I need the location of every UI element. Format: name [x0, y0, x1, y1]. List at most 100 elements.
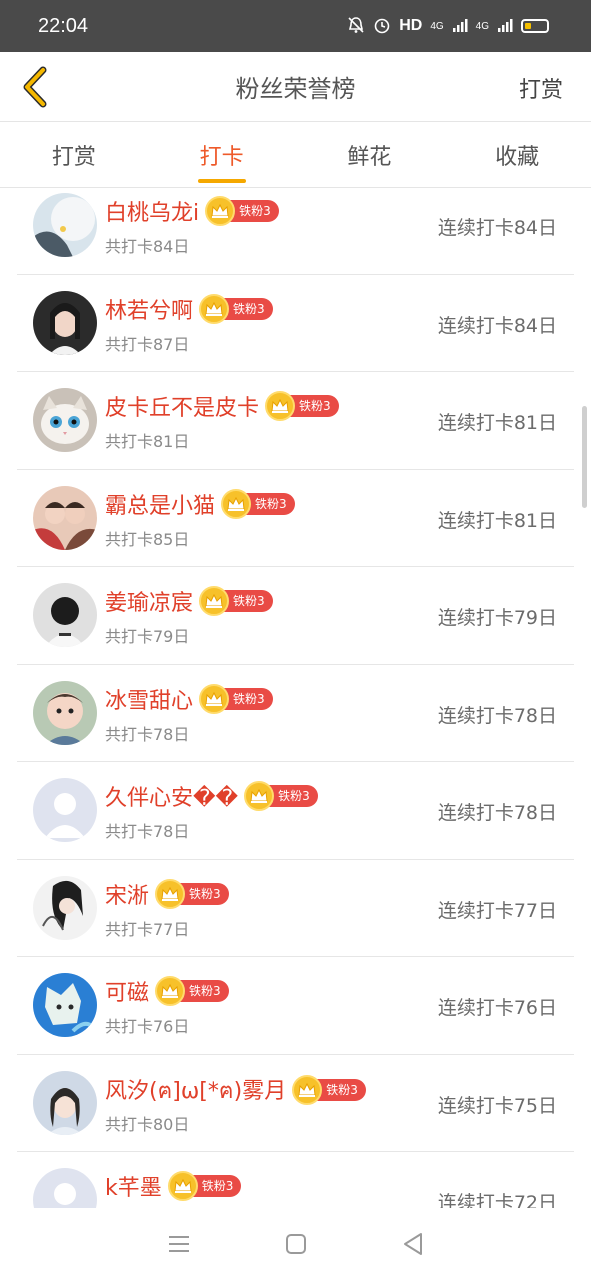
avatar[interactable]	[33, 1070, 97, 1135]
mute-icon	[347, 16, 365, 37]
tab-label: 打卡	[199, 144, 244, 170]
tab-bar: 打赏 打卡 鲜花 收藏	[0, 122, 591, 188]
avatar[interactable]	[33, 875, 97, 940]
avatar[interactable]	[33, 680, 97, 745]
fan-name[interactable]: 皮卡丘不是皮卡	[105, 390, 259, 422]
crown-icon	[199, 683, 230, 714]
crown-icon	[292, 1075, 323, 1105]
streak-checkin: 连续打卡84日	[437, 314, 557, 337]
back-nav-button[interactable]	[393, 1224, 433, 1264]
streak-checkin: 连续打卡78日	[437, 802, 557, 824]
total-checkin: 共打卡85日	[105, 529, 190, 549]
menu-icon	[168, 1236, 189, 1252]
fan-name[interactable]: 林若兮啊	[105, 293, 193, 325]
fan-level-badge: 铁粉3	[167, 1171, 242, 1201]
fan-name[interactable]: 冰雪甜心	[105, 683, 193, 715]
tab-flowers[interactable]: 鲜花	[296, 122, 444, 187]
system-nav-bar	[0, 1208, 591, 1280]
fan-level-badge: 铁粉3	[199, 683, 273, 714]
name-line: 久伴心安�� 铁粉3	[105, 780, 318, 812]
total-checkin: 共打卡76日	[105, 1017, 190, 1036]
total-checkin: 共打卡81日	[105, 432, 190, 451]
streak-checkin: 连续打卡75日	[437, 1094, 557, 1117]
total-checkin: 共打卡79日	[105, 627, 190, 646]
tab-favorites[interactable]: 收藏	[443, 122, 591, 187]
fan-row[interactable]: 霸总是小猫 铁粉3 共打卡85日 连续打卡81日	[17, 470, 574, 567]
name-line: 姜瑜凉宸 铁粉3	[105, 585, 273, 617]
crown-icon	[199, 293, 230, 324]
name-line: 宋淅 铁粉3	[105, 878, 229, 910]
tab-label: 打赏	[51, 144, 96, 170]
reward-action-button[interactable]: 打赏	[519, 72, 563, 104]
tab-label: 鲜花	[347, 144, 392, 170]
chevron-left-icon	[23, 66, 47, 108]
status-time: 22:04	[38, 14, 89, 37]
fan-name[interactable]: k芊墨	[105, 1170, 162, 1202]
streak-checkin: 连续打卡79日	[437, 607, 557, 629]
signal-icon	[452, 17, 468, 36]
avatar[interactable]	[33, 193, 97, 257]
name-line: 冰雪甜心 铁粉3	[105, 683, 273, 715]
crown-icon	[167, 1171, 198, 1201]
avatar[interactable]	[33, 583, 97, 647]
fan-row[interactable]: 冰雪甜心 铁粉3 共打卡78日 连续打卡78日	[17, 665, 574, 762]
avatar[interactable]	[33, 778, 97, 842]
fan-row[interactable]: 白桃乌龙i 铁粉3 共打卡84日 连续打卡84日	[17, 188, 574, 275]
signal-icon-2	[497, 17, 513, 36]
crown-icon	[199, 586, 230, 616]
page-title: 粉丝荣誉榜	[235, 75, 356, 103]
fan-level-badge: 铁粉3	[199, 586, 273, 616]
crown-icon	[205, 196, 236, 226]
total-checkin: 共打卡87日	[105, 334, 190, 354]
streak-checkin: 连续打卡81日	[437, 412, 557, 434]
fan-name[interactable]: 久伴心安��	[105, 780, 238, 812]
status-icons: HD 4G 4G	[347, 16, 549, 37]
fan-row[interactable]: 风汐(ฅ]ω[*ฅ)雾月 铁粉3 共打卡80日 连续打卡75日	[17, 1055, 574, 1152]
fan-level-badge: 铁粉3	[265, 391, 339, 421]
back-button[interactable]	[12, 64, 58, 110]
home-square-icon	[285, 1234, 306, 1254]
back-triangle-icon	[403, 1233, 422, 1255]
name-line: 风汐(ฅ]ω[*ฅ)雾月 铁粉3	[105, 1073, 366, 1108]
menu-button[interactable]	[159, 1224, 199, 1264]
name-line: k芊墨 铁粉3	[105, 1170, 242, 1202]
alarm-icon	[373, 16, 391, 37]
fan-level-badge: 铁粉3	[292, 1075, 366, 1105]
status-bar: 22:04 HD 4G 4G	[0, 0, 591, 52]
home-button[interactable]	[276, 1224, 316, 1264]
fan-name[interactable]: 霸总是小猫	[105, 488, 215, 520]
fan-name[interactable]: 姜瑜凉宸	[105, 585, 193, 617]
fan-level-badge: 铁粉3	[155, 976, 229, 1006]
fan-name[interactable]: 风汐(ฅ]ω[*ฅ)雾月	[105, 1073, 286, 1108]
streak-checkin: 连续打卡84日	[437, 217, 557, 239]
fan-list[interactable]: 白桃乌龙i 铁粉3 共打卡84日 连续打卡84日 林若兮啊 铁粉3 共打卡87日 连续打卡84…	[0, 188, 591, 1208]
avatar[interactable]	[33, 485, 97, 550]
fan-row[interactable]: 宋淅 铁粉3 共打卡77日 连续打卡77日	[17, 860, 574, 957]
avatar[interactable]	[33, 1168, 97, 1208]
name-line: 可磁 铁粉3	[105, 975, 229, 1007]
streak-checkin: 连续打卡81日	[437, 509, 557, 532]
fan-row[interactable]: k芊墨 铁粉3 连续打卡72日	[17, 1152, 574, 1208]
fan-row[interactable]: 久伴心安�� 铁粉3 共打卡78日 连续打卡78日	[17, 762, 574, 860]
fan-row[interactable]: 皮卡丘不是皮卡 铁粉3 共打卡81日 连续打卡81日	[17, 372, 574, 470]
signal-1-label: 4G	[430, 20, 444, 32]
tab-reward[interactable]: 打赏	[0, 122, 148, 187]
fan-row[interactable]: 可磁 铁粉3 共打卡76日 连续打卡76日	[17, 957, 574, 1055]
name-line: 白桃乌龙i 铁粉3	[105, 195, 279, 227]
fan-name[interactable]: 宋淅	[105, 878, 149, 910]
avatar[interactable]	[33, 973, 97, 1037]
scrollbar[interactable]	[582, 406, 587, 508]
tab-label: 收藏	[495, 144, 540, 170]
total-checkin: 共打卡80日	[105, 1114, 190, 1134]
fan-level-badge: 铁粉3	[244, 781, 318, 811]
avatar[interactable]	[33, 290, 97, 355]
fan-name[interactable]: 可磁	[105, 975, 149, 1007]
fan-row[interactable]: 林若兮啊 铁粉3 共打卡87日 连续打卡84日	[17, 275, 574, 372]
fan-list-inner: 白桃乌龙i 铁粉3 共打卡84日 连续打卡84日 林若兮啊 铁粉3 共打卡87日 连续打卡84…	[0, 188, 591, 1208]
fan-name[interactable]: 白桃乌龙i	[105, 195, 199, 227]
tab-checkin[interactable]: 打卡	[148, 122, 296, 187]
fan-row[interactable]: 姜瑜凉宸 铁粉3 共打卡79日 连续打卡79日	[17, 567, 574, 665]
avatar[interactable]	[33, 388, 97, 452]
streak-checkin: 连续打卡72日	[437, 1192, 557, 1208]
name-line: 林若兮啊 铁粉3	[105, 293, 273, 325]
